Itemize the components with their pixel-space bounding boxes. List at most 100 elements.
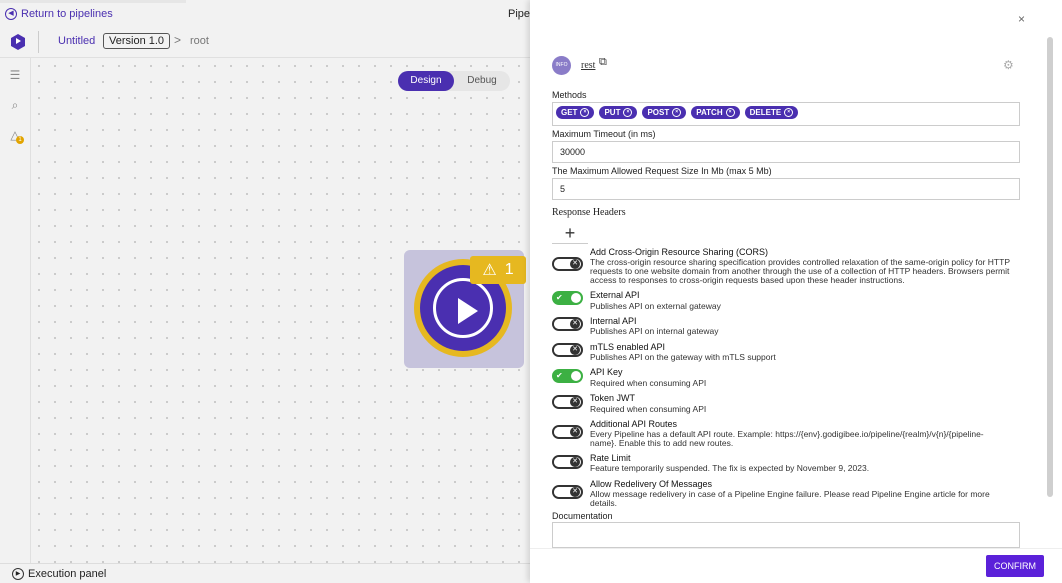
method-chip[interactable]: PATCH × bbox=[691, 106, 740, 119]
mtls-api-toggle[interactable]: ✕ bbox=[552, 343, 583, 357]
breadcrumb-root[interactable]: root bbox=[190, 35, 209, 47]
x-icon: ✕ bbox=[570, 319, 580, 329]
internal-api-toggle[interactable]: ✕ bbox=[552, 317, 583, 331]
rate-limit-toggle[interactable]: ✕ bbox=[552, 455, 583, 469]
external-link-icon[interactable]: ⧉ bbox=[599, 56, 607, 69]
option-desc: Publishes API on the gateway with mTLS s… bbox=[590, 352, 776, 362]
mode-toggle[interactable]: Design Debug bbox=[398, 71, 510, 91]
endpoint-link[interactable]: rest bbox=[581, 60, 595, 71]
remove-chip-icon[interactable]: × bbox=[672, 108, 682, 117]
option-title: Add Cross-Origin Resource Sharing (CORS) bbox=[590, 247, 769, 257]
request-size-label: The Maximum Allowed Request Size In Mb (… bbox=[552, 166, 772, 176]
search-icon[interactable]: ⌕ bbox=[8, 98, 22, 112]
drawer-scrollbar[interactable] bbox=[1047, 37, 1053, 497]
methods-label: Methods bbox=[552, 90, 587, 100]
timeout-label: Maximum Timeout (in ms) bbox=[552, 129, 656, 139]
digibee-logo-icon bbox=[11, 34, 25, 50]
method-chips: GET × PUT × POST × PATCH × DELETE × bbox=[556, 106, 799, 119]
option-title: API Key bbox=[590, 367, 623, 377]
pipeline-editor: ◀ Return to pipelines Pipe Untitled Vers… bbox=[0, 0, 530, 583]
confirm-button[interactable]: CONFIRM bbox=[986, 555, 1044, 577]
option-title: Allow Redelivery Of Messages bbox=[590, 479, 713, 489]
option-title: Additional API Routes bbox=[590, 419, 678, 429]
info-avatar: INFO bbox=[552, 56, 571, 75]
trigger-config-drawer: × INFO rest ⧉ ⚙ Methods GET × PUT × POST × … bbox=[530, 0, 1062, 583]
back-arrow-icon: ◀ bbox=[5, 8, 17, 20]
option-desc: Publishes API on external gateway bbox=[590, 301, 721, 311]
x-icon: ✕ bbox=[570, 397, 580, 407]
remove-chip-icon[interactable]: × bbox=[784, 108, 794, 117]
breadcrumb-chevron-icon: > bbox=[174, 33, 182, 47]
option-title: mTLS enabled API bbox=[590, 342, 666, 352]
pipeline-name: Pipe bbox=[508, 8, 531, 20]
return-to-pipelines-link[interactable]: ◀ Return to pipelines bbox=[5, 8, 113, 20]
method-chip[interactable]: GET × bbox=[556, 106, 595, 119]
option-desc: Every Pipeline has a default API route. … bbox=[590, 429, 984, 448]
method-chip-label: PATCH bbox=[696, 108, 723, 117]
option-title: External API bbox=[590, 290, 640, 300]
timeout-value: 30000 bbox=[560, 147, 586, 157]
pipeline-title[interactable]: Untitled bbox=[58, 35, 95, 47]
top-strip bbox=[0, 0, 186, 3]
method-chip-label: GET bbox=[561, 108, 578, 117]
play-circle bbox=[433, 278, 493, 338]
cors-toggle[interactable]: ✕ bbox=[552, 257, 583, 271]
method-chip[interactable]: PUT × bbox=[599, 106, 638, 119]
x-icon: ✕ bbox=[570, 259, 580, 269]
request-size-input[interactable] bbox=[552, 178, 1020, 200]
option-desc: Publishes API on internal gateway bbox=[590, 326, 719, 336]
list-tree-icon[interactable]: ☰ bbox=[8, 68, 22, 82]
warning-triangle-icon: ⚠ bbox=[482, 262, 497, 279]
request-size-value: 5 bbox=[560, 184, 566, 194]
documentation-textarea[interactable] bbox=[552, 522, 1020, 548]
x-icon: ✕ bbox=[570, 457, 580, 467]
x-icon: ✕ bbox=[570, 487, 580, 497]
debug-mode-button[interactable]: Debug bbox=[454, 71, 510, 91]
redelivery-toggle[interactable]: ✕ bbox=[552, 485, 583, 499]
x-icon: ✕ bbox=[570, 345, 580, 355]
option-title: Rate Limit bbox=[590, 453, 631, 463]
check-icon: ✔ bbox=[556, 293, 563, 302]
option-desc: The cross-origin resource sharing specif… bbox=[590, 257, 1010, 285]
method-chip-label: PUT bbox=[604, 108, 621, 117]
method-chip-label: DELETE bbox=[749, 108, 782, 117]
editor-header: Untitled Version 1.0 > root bbox=[0, 27, 530, 58]
node-warning-tag[interactable]: ⚠ 1 bbox=[470, 256, 526, 284]
option-desc: Required when consuming API bbox=[590, 378, 707, 388]
execution-panel-label: Execution panel bbox=[28, 568, 107, 580]
version-badge[interactable]: Version 1.0 bbox=[103, 33, 171, 49]
option-desc: Allow message redelivery in case of a Pi… bbox=[590, 489, 990, 508]
top-bar: ◀ Return to pipelines Pipe bbox=[0, 5, 530, 24]
token-jwt-toggle[interactable]: ✕ bbox=[552, 395, 583, 409]
return-label: Return to pipelines bbox=[21, 8, 113, 20]
left-rail: ☰ ⌕ △ 1 bbox=[0, 58, 31, 563]
documentation-label: Documentation bbox=[552, 511, 613, 521]
remove-chip-icon[interactable]: × bbox=[623, 108, 633, 117]
timeout-input[interactable] bbox=[552, 141, 1020, 163]
additional-routes-toggle[interactable]: ✕ bbox=[552, 425, 583, 439]
option-title: Internal API bbox=[590, 316, 637, 326]
gear-icon[interactable]: ⚙ bbox=[1003, 58, 1014, 72]
warning-count-badge: 1 bbox=[16, 136, 24, 144]
close-icon[interactable]: × bbox=[1018, 12, 1025, 26]
x-icon: ✕ bbox=[570, 427, 580, 437]
external-api-toggle[interactable]: ✔ bbox=[552, 291, 583, 305]
option-desc: Required when consuming API bbox=[590, 404, 707, 414]
node-warning-count: 1 bbox=[504, 261, 514, 278]
play-icon bbox=[458, 298, 478, 324]
response-headers-label: Response Headers bbox=[552, 207, 626, 218]
header-divider bbox=[38, 31, 39, 53]
play-circle-icon: ▶ bbox=[12, 568, 24, 580]
option-title: Token JWT bbox=[590, 393, 636, 403]
execution-panel-bar[interactable]: ▶ Execution panel bbox=[0, 563, 530, 583]
api-key-toggle[interactable]: ✔ bbox=[552, 369, 583, 383]
check-icon: ✔ bbox=[556, 371, 563, 380]
method-chip[interactable]: POST × bbox=[642, 106, 687, 119]
remove-chip-icon[interactable]: × bbox=[580, 108, 590, 117]
method-chip[interactable]: DELETE × bbox=[744, 106, 799, 119]
remove-chip-icon[interactable]: × bbox=[725, 108, 735, 117]
method-chip-label: POST bbox=[647, 108, 670, 117]
add-header-button[interactable]: + bbox=[552, 223, 588, 244]
option-desc: Feature temporarily suspended. The fix i… bbox=[590, 463, 870, 473]
design-mode-button[interactable]: Design bbox=[398, 71, 454, 91]
